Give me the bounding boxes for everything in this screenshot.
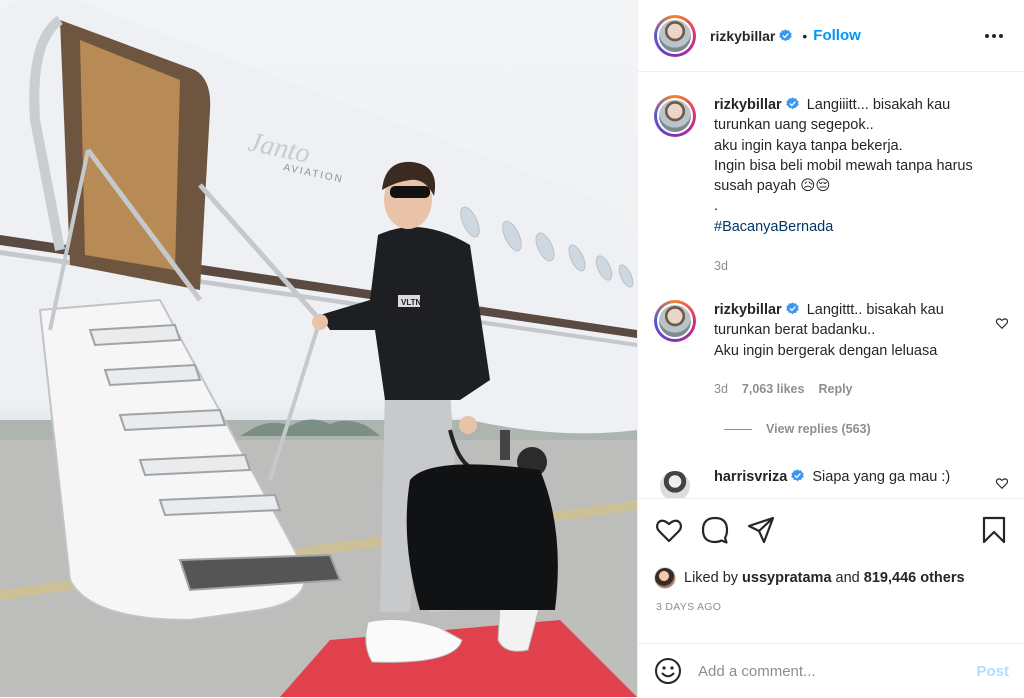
- jacket-patch: VLTN: [401, 298, 422, 307]
- caption-avatar-ring[interactable]: [654, 95, 696, 137]
- post-comment-button[interactable]: Post: [976, 663, 1009, 680]
- comment-username[interactable]: rizkybillar: [714, 302, 782, 318]
- verified-badge-icon: [786, 302, 799, 315]
- action-bar: [654, 515, 1009, 547]
- comment-avatar[interactable]: [657, 303, 693, 339]
- caption-line-5: susah payah 😥😔: [714, 178, 831, 195]
- bookmark-icon[interactable]: [979, 515, 1009, 545]
- comment-body: rizkybillar Langittt.. bisakah kau turun…: [714, 300, 996, 361]
- photo-scene: Janto AVIATION VLTN: [0, 0, 637, 697]
- comment-line-3: Aku ingin bergerak dengan leluasa: [714, 342, 938, 359]
- comment-line-1: Langittt.. bisakah kau: [806, 302, 944, 318]
- comment-reply-button[interactable]: Reply: [818, 382, 852, 396]
- emoji-icon[interactable]: [654, 657, 682, 685]
- add-comment-bar: Post: [638, 643, 1024, 698]
- liked-by-others[interactable]: 819,446 others: [864, 570, 965, 586]
- share-icon[interactable]: [746, 515, 776, 545]
- comment-item: harrisvriza Siapa yang ga mau :): [654, 465, 1009, 498]
- caption-line-1: Langiiitt... bisakah kau: [806, 97, 951, 113]
- caption-age[interactable]: 3d: [714, 259, 728, 273]
- verified-badge-icon: [791, 469, 805, 482]
- author-avatar-ring[interactable]: [654, 14, 696, 57]
- author-username[interactable]: rizkybillar: [710, 28, 775, 44]
- caption-meta: 3d: [714, 259, 728, 273]
- view-replies-button[interactable]: View replies (563): [724, 422, 871, 436]
- instagram-post: Janto AVIATION VLTN rizkybillar • Follow: [0, 0, 1024, 697]
- comment-text: Siapa yang ga mau :): [812, 469, 951, 485]
- follow-button[interactable]: Follow: [813, 27, 861, 44]
- caption-hashtag[interactable]: #BacanyaBernada: [714, 219, 833, 235]
- comment-body: harrisvriza Siapa yang ga mau :): [714, 467, 996, 487]
- caption-line-2: turunkan uang segepok..: [714, 117, 874, 134]
- caption-line-4: Ingin bisa beli mobil mewah tanpa harus: [714, 157, 973, 174]
- post-header: rizkybillar • Follow: [638, 0, 1024, 72]
- comment-meta: 3d 7,063 likes Reply: [714, 382, 853, 396]
- liked-by-conjunction: and: [835, 570, 860, 586]
- more-options-icon[interactable]: [983, 26, 1005, 46]
- liked-by-avatar[interactable]: [654, 567, 676, 589]
- comment-like-heart-icon[interactable]: [995, 476, 1009, 490]
- heart-icon[interactable]: [654, 515, 684, 545]
- comment-item: rizkybillar Langittt.. bisakah kau turun…: [654, 300, 1009, 420]
- add-comment-input[interactable]: [698, 662, 977, 680]
- comment-avatar-ring[interactable]: [654, 465, 696, 498]
- comments-list[interactable]: rizkybillar Langiiitt... bisakah kau tur…: [638, 73, 1024, 498]
- comment-username[interactable]: harrisvriza: [714, 469, 787, 485]
- post-actions-section: Liked by ussypratama and 819,446 others …: [638, 498, 1024, 697]
- comment-age[interactable]: 3d: [714, 382, 728, 396]
- caption-username[interactable]: rizkybillar: [714, 97, 782, 113]
- comment-avatar-ring[interactable]: [654, 300, 696, 342]
- header-separator: •: [802, 27, 808, 44]
- comment-like-heart-icon[interactable]: [995, 316, 1009, 330]
- liked-by-prefix: Liked by: [684, 570, 739, 586]
- verified-badge-icon: [786, 97, 799, 110]
- comment-icon[interactable]: [700, 515, 730, 545]
- comment-line-2: turunkan berat badanku..: [714, 322, 876, 339]
- post-photo[interactable]: Janto AVIATION VLTN: [0, 0, 637, 697]
- view-replies-line: [724, 428, 752, 430]
- verified-badge-icon: [779, 29, 793, 42]
- liked-by-user[interactable]: ussypratama: [742, 570, 831, 586]
- caption-body: rizkybillar Langiiitt... bisakah kau tur…: [714, 95, 996, 237]
- liked-by: Liked by ussypratama and 819,446 others: [654, 567, 965, 589]
- view-replies-label: View replies (563): [766, 422, 871, 436]
- comment-likes-count[interactable]: 7,063 likes: [742, 382, 805, 396]
- caption-line-6: .: [714, 198, 719, 215]
- caption-avatar[interactable]: [657, 98, 693, 134]
- author-avatar[interactable]: [657, 17, 693, 54]
- caption: rizkybillar Langiiitt... bisakah kau tur…: [654, 95, 1009, 285]
- comment-avatar[interactable]: [658, 469, 692, 498]
- post-side-panel: rizkybillar • Follow rizkybillar Langiii…: [637, 0, 1024, 697]
- caption-line-3: aku ingin kaya tanpa bekerja.: [714, 137, 903, 154]
- post-timestamp[interactable]: 3 DAYS AGO: [656, 601, 721, 613]
